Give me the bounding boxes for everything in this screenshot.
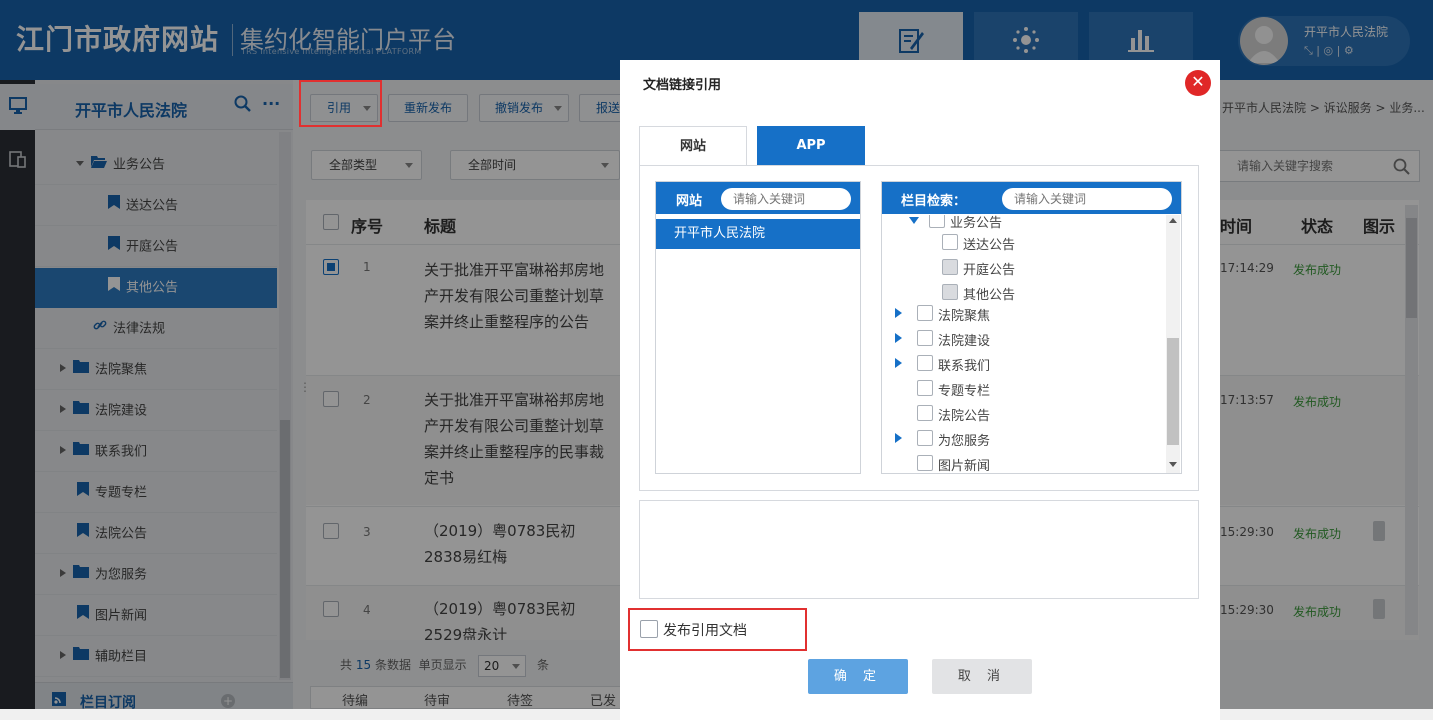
tree-node-special-topics[interactable]: 专题专栏	[938, 380, 990, 399]
publish-cited-checkbox[interactable]	[640, 620, 658, 638]
tree-checkbox[interactable]	[917, 430, 933, 446]
chevron-right-icon[interactable]	[895, 433, 902, 443]
tree-node-services[interactable]: 为您服务	[938, 430, 990, 449]
chevron-right-icon[interactable]	[895, 333, 902, 343]
column-tree: 业务公告 送达公告 开庭公告 其他公告 法院聚焦 法院建设 联系我们 专题专栏 …	[882, 215, 1165, 473]
cancel-button[interactable]: 取 消	[932, 659, 1032, 694]
confirm-button[interactable]: 确 定	[808, 659, 908, 694]
tree-node-contact[interactable]: 联系我们	[938, 355, 990, 374]
column-search-label: 栏目检索：	[901, 194, 967, 209]
tree-checkbox[interactable]	[917, 305, 933, 321]
tab-app[interactable]: APP	[757, 126, 865, 166]
chevron-down-icon[interactable]	[909, 217, 919, 224]
chevron-right-icon[interactable]	[895, 308, 902, 318]
dialog-title: 文档链接引用	[643, 78, 722, 93]
site-list-label: 网站	[676, 194, 703, 209]
tree-node-court-focus[interactable]: 法院聚焦	[938, 305, 990, 324]
tree-checkbox[interactable]	[929, 215, 945, 228]
tree-checkbox[interactable]	[917, 455, 933, 471]
scroll-down-icon[interactable]	[1169, 462, 1177, 467]
tree-node-hearing-notices[interactable]: 开庭公告	[963, 259, 1015, 278]
tree-checkbox[interactable]	[917, 355, 933, 371]
tree-node-other-notices[interactable]: 其他公告	[963, 284, 1015, 303]
tree-checkbox[interactable]	[942, 259, 958, 275]
tree-node-court-building[interactable]: 法院建设	[938, 330, 990, 349]
tree-node-business-notices[interactable]: 业务公告	[950, 215, 1002, 231]
publish-cited-label[interactable]: 发布引用文档	[663, 620, 747, 640]
column-search-input[interactable]	[1002, 188, 1172, 210]
tree-node-court-notices[interactable]: 法院公告	[938, 405, 990, 424]
site-item[interactable]: 开平市人民法院	[656, 219, 860, 249]
chevron-right-icon[interactable]	[895, 358, 902, 368]
tab-website[interactable]: 网站	[639, 126, 747, 166]
tree-checkbox[interactable]	[942, 234, 958, 250]
site-search-input[interactable]	[721, 188, 851, 210]
selected-columns-area[interactable]	[639, 500, 1199, 599]
cite-highlight	[299, 80, 382, 127]
tree-node-service-notices[interactable]: 送达公告	[963, 234, 1015, 253]
column-tree-scroll-thumb[interactable]	[1167, 338, 1179, 445]
close-icon[interactable]: ✕	[1185, 70, 1211, 96]
tree-checkbox[interactable]	[917, 330, 933, 346]
tree-checkbox[interactable]	[942, 284, 958, 300]
tree-checkbox[interactable]	[917, 405, 933, 421]
scroll-up-icon[interactable]	[1169, 218, 1177, 223]
tree-checkbox[interactable]	[917, 380, 933, 396]
tree-node-photo-news[interactable]: 图片新闻	[938, 455, 990, 473]
